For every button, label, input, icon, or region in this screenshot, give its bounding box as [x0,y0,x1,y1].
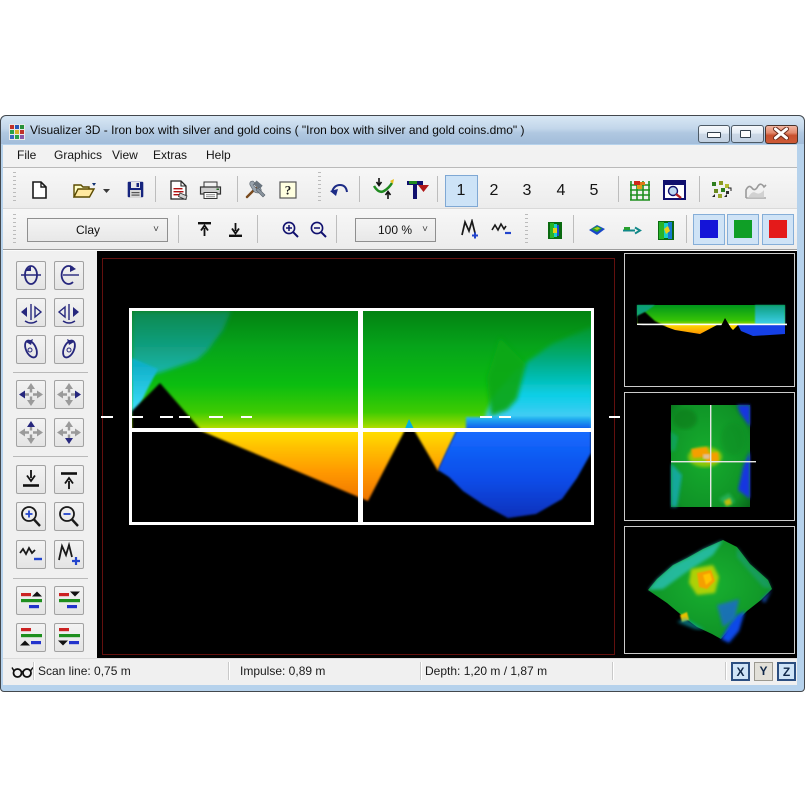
svg-text:?: ? [285,183,292,198]
